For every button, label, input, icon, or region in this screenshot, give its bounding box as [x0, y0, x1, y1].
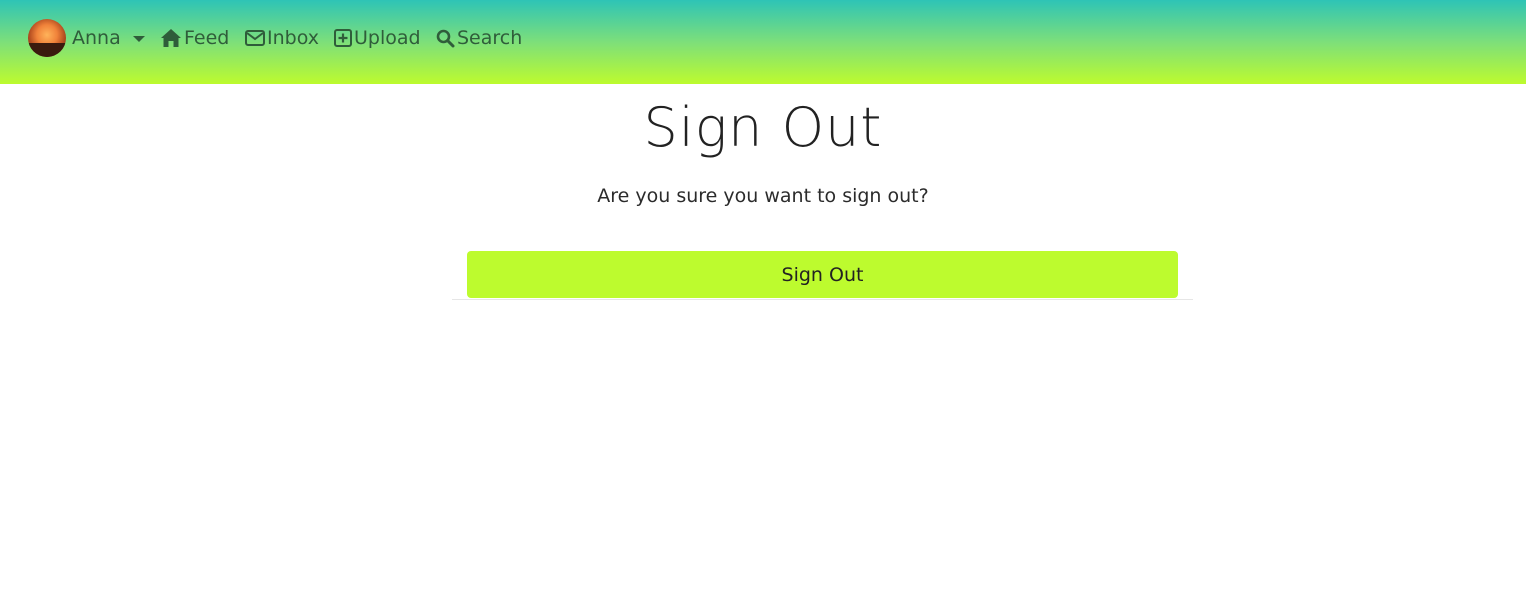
- nav-link-inbox[interactable]: Inbox: [245, 22, 319, 54]
- user-menu-dropdown[interactable]: Anna: [28, 19, 145, 57]
- nav-link-label: Feed: [184, 27, 230, 49]
- nav-link-label: Search: [457, 27, 523, 49]
- confirmation-message: Are you sure you want to sign out?: [597, 185, 929, 207]
- nav-link-label: Upload: [354, 27, 421, 49]
- nav-link-label: Inbox: [267, 27, 319, 49]
- divider: [452, 299, 1193, 300]
- user-name: Anna: [72, 27, 121, 49]
- nav-link-search[interactable]: Search: [436, 22, 522, 54]
- page-title: Sign Out: [643, 96, 883, 159]
- envelope-icon: [245, 30, 265, 46]
- user-avatar: [28, 19, 66, 57]
- nav-link-upload[interactable]: Upload: [334, 22, 421, 54]
- top-navbar: Anna Feed Inbox Upload Search: [0, 0, 1526, 84]
- plus-square-icon: [334, 29, 352, 47]
- nav-link-feed[interactable]: Feed: [160, 22, 229, 54]
- chevron-down-icon: [132, 36, 145, 42]
- search-icon: [436, 29, 455, 48]
- sign-out-button[interactable]: Sign Out: [467, 251, 1178, 298]
- home-icon: [160, 28, 182, 48]
